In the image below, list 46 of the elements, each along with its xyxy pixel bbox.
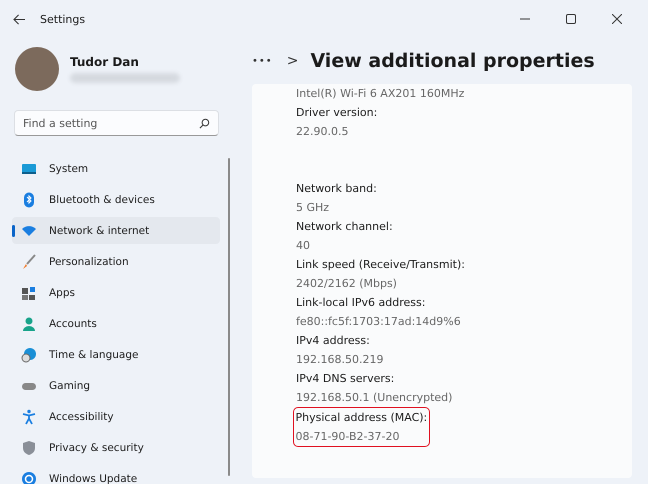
bluetooth-icon [21,192,37,208]
maximize-icon[interactable] [566,14,576,24]
property-label: Network channel: [296,219,393,235]
property-label: Driver version: [296,105,378,121]
property-value: 5 GHz [296,200,330,216]
property-value: fe80::fc5f:1703:17ad:14d9%6 [296,314,461,330]
property-label: Network band: [296,181,377,197]
nav-item[interactable]: Network & internet [12,217,220,244]
nav-item[interactable]: Accounts [12,310,220,337]
back-arrow-icon[interactable] [13,14,26,24]
nav-item[interactable]: Personalization [12,248,220,275]
property-value: 08-71-90-B2-37-20 [296,429,400,445]
nav-item[interactable]: Apps [12,279,220,306]
nav-item[interactable]: Windows Update [12,465,220,484]
property-value: 192.168.50.219 [296,352,384,368]
property-label: Physical address (MAC): [296,410,428,426]
property-value: 2402/2162 (Mbps) [296,276,398,292]
search-field[interactable]: Find a setting [14,110,219,136]
brush-icon [21,254,37,270]
property-value: 192.168.50.1 (Unencrypted) [296,390,452,406]
property-value: Intel(R) Wi-Fi 6 AX201 160MHz [296,86,464,102]
breadcrumb-separator: > [286,53,298,69]
nav-item[interactable]: Bluetooth & devices [12,186,220,213]
breadcrumb-overflow[interactable]: ••• [252,56,273,66]
window-title: Settings [40,12,86,26]
nav-item[interactable]: Accessibility [12,403,220,430]
nav-item[interactable]: Privacy & security [12,434,220,461]
property-value: 22.90.0.5 [296,124,350,140]
nav-item[interactable]: Gaming [12,372,220,399]
avatar [15,47,59,91]
search-icon [199,118,210,129]
accessibility-icon [21,408,37,424]
nav-item[interactable]: System [12,155,220,182]
property-value: 40 [296,238,311,254]
nav-item[interactable]: Time & language [12,341,220,368]
user-name: Tudor Dan [70,55,140,69]
page-title: View additional properties [310,50,595,72]
shield-icon [21,440,37,456]
property-label: IPv4 DNS servers: [296,371,396,387]
property-label: IPv4 address: [296,333,371,349]
property-label: Link-local IPv6 address: [296,295,426,311]
property-label: Link speed (Receive/Transmit): [296,257,465,273]
person-icon [21,316,37,332]
close-icon[interactable] [612,14,622,24]
apps-icon [21,284,37,300]
scrollbar[interactable] [228,158,230,476]
